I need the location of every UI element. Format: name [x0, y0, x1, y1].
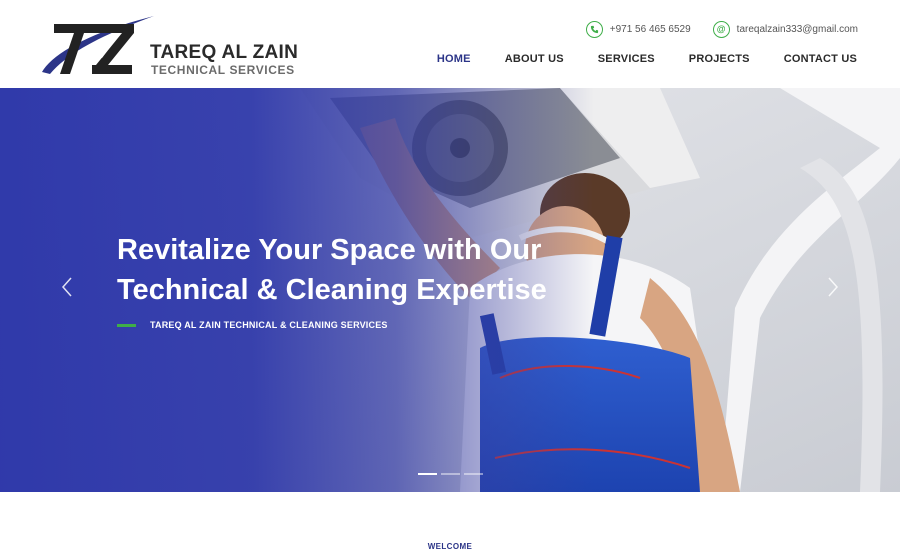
hero-title-line-1: Revitalize Your Space with Our [117, 234, 542, 266]
welcome-label: WELCOME [427, 542, 473, 551]
slider-dot-1[interactable] [418, 473, 437, 475]
slider-dot-3[interactable] [464, 473, 483, 475]
email-address: tareqalzain333@gmail.com [736, 23, 858, 35]
nav-about-us[interactable]: ABOUT US [505, 53, 564, 65]
site-logo[interactable]: TAREQ AL ZAIN TECHNICAL SERVICES [40, 14, 300, 80]
contact-phone[interactable]: +971 56 465 6529 [585, 20, 691, 38]
hero-subtitle: TAREQ AL ZAIN TECHNICAL & CLEANING SERVI… [117, 320, 388, 330]
logo-name: TAREQ AL ZAIN [150, 42, 299, 63]
logo-tagline: TECHNICAL SERVICES [151, 63, 295, 77]
chevron-right-icon [828, 277, 839, 297]
nav-contact-us[interactable]: CONTACT US [784, 53, 857, 65]
hero-title-line-2: Technical & Cleaning Expertise [117, 274, 547, 306]
phone-icon [585, 20, 603, 38]
hero-title: Revitalize Your Space with Our Technical… [117, 230, 587, 310]
slider-prev-button[interactable] [57, 274, 77, 304]
main-nav: HOME ABOUT US SERVICES PROJECTS CONTACT … [403, 53, 857, 65]
logo-mark-icon [42, 16, 154, 74]
hero-subtitle-text: TAREQ AL ZAIN TECHNICAL & CLEANING SERVI… [150, 320, 388, 330]
site-header: TAREQ AL ZAIN TECHNICAL SERVICES +971 56… [0, 0, 900, 88]
chevron-left-icon [61, 277, 72, 297]
email-icon: @ [712, 20, 730, 38]
contact-email[interactable]: @ tareqalzain333@gmail.com [712, 20, 858, 38]
phone-number: +971 56 465 6529 [609, 23, 691, 35]
hero-slider: Revitalize Your Space with Our Technical… [0, 88, 900, 492]
contact-bar: +971 56 465 6529 @ tareqalzain333@gmail.… [585, 20, 858, 38]
nav-projects[interactable]: PROJECTS [689, 53, 750, 65]
nav-services[interactable]: SERVICES [598, 53, 655, 65]
slider-pagination [418, 473, 483, 475]
nav-home[interactable]: HOME [437, 53, 471, 65]
accent-bar [117, 323, 136, 327]
slider-dot-2[interactable] [441, 473, 460, 475]
slider-next-button[interactable] [823, 274, 843, 304]
